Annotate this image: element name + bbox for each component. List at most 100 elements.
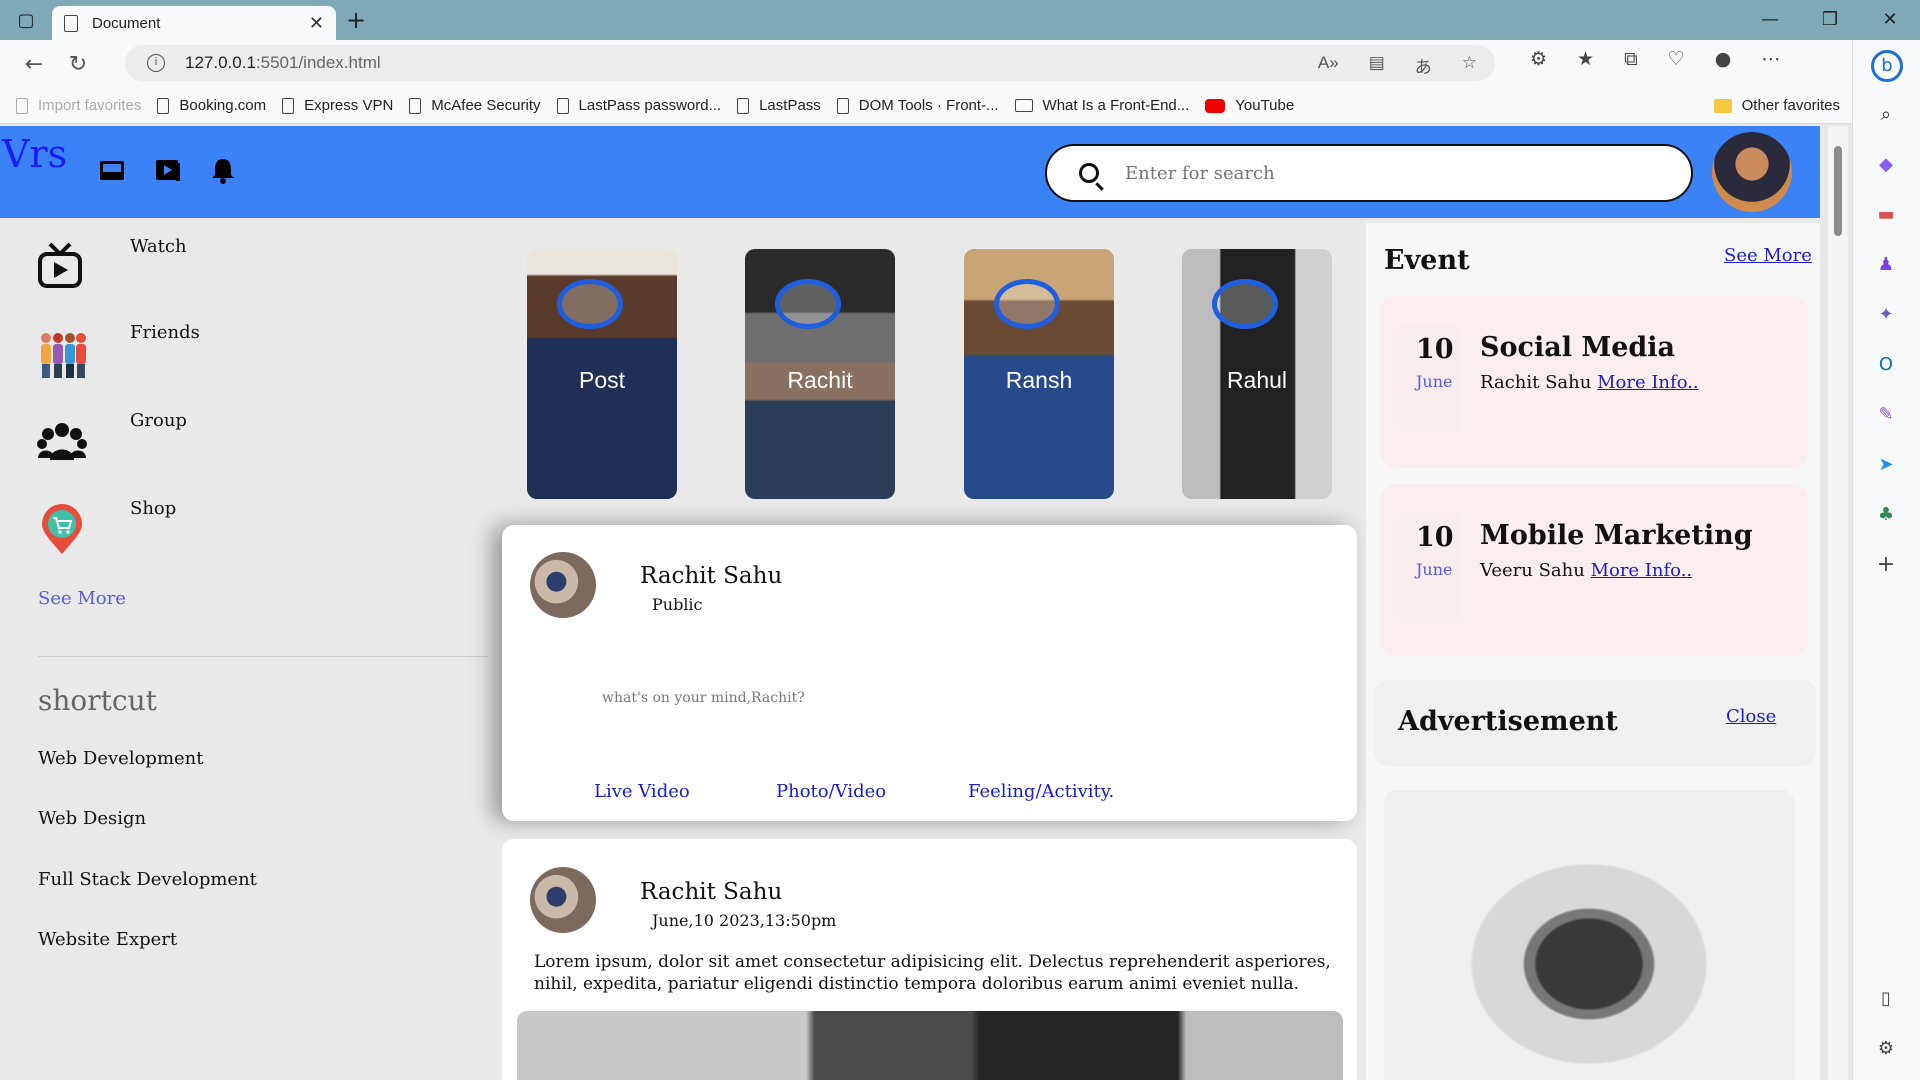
inbox-icon[interactable]: [98, 156, 126, 184]
photo-video-button[interactable]: Photo/Video: [776, 781, 886, 802]
event-card: 10 June Mobile Marketing Veeru Sahu More…: [1380, 484, 1808, 656]
favorite-star-icon[interactable]: ☆: [1462, 53, 1477, 78]
site-info-icon[interactable]: i: [147, 54, 165, 72]
address-row: ← ↻ i 127.0.0.1 :5501/index.html A» ▤ あ …: [0, 40, 1880, 88]
sidebar-item-watch[interactable]: Watch: [36, 236, 187, 294]
group-icon: [37, 423, 87, 460]
shortcut-website-expert[interactable]: Website Expert: [38, 929, 177, 950]
tag-icon[interactable]: ◆: [1873, 152, 1899, 178]
sidebar-item-shop[interactable]: Shop: [36, 498, 176, 556]
story-avatar-ring: [1212, 279, 1278, 329]
other-favorites[interactable]: Other favorites: [1713, 97, 1840, 114]
profile-icon[interactable]: ●: [1715, 48, 1732, 70]
event-more-info-link[interactable]: More Info..: [1597, 372, 1699, 393]
advertisement-image[interactable]: [1384, 790, 1794, 1080]
search-icon[interactable]: ⌕: [1873, 102, 1899, 128]
video-play-icon[interactable]: [154, 156, 182, 184]
new-tab-button[interactable]: +: [336, 6, 376, 34]
favorite-booking[interactable]: Booking.com: [157, 97, 266, 114]
composer-avatar[interactable]: [530, 552, 596, 618]
story-card-rahul[interactable]: Rahul: [1182, 249, 1332, 499]
page-icon: [556, 97, 569, 114]
tab-bar: ▢ Document ✕ + — ❐ ✕: [0, 0, 1920, 40]
shortcut-web-development[interactable]: Web Development: [38, 748, 204, 769]
sidebar-see-more-link[interactable]: See More: [38, 588, 126, 609]
toolbox-icon[interactable]: ▬: [1873, 202, 1899, 228]
settings-gear-icon[interactable]: ⚙: [1873, 1036, 1899, 1062]
favorite-front-end[interactable]: What Is a Front-End...: [1014, 97, 1189, 114]
event-see-more-link[interactable]: See More: [1724, 245, 1812, 266]
tab-actions-icon[interactable]: ▢: [0, 0, 52, 40]
copilot-icon[interactable]: ✦: [1873, 302, 1899, 328]
advertisement-header: Advertisement Close: [1374, 680, 1816, 766]
post-image[interactable]: [517, 1011, 1343, 1080]
sidebar-toggle-icon[interactable]: ▯: [1873, 986, 1899, 1012]
outlook-icon[interactable]: O: [1873, 352, 1899, 378]
story-name: Post: [578, 367, 626, 393]
back-icon[interactable]: ←: [12, 52, 56, 77]
post-author-name[interactable]: Rachit Sahu: [640, 879, 782, 905]
composer-visibility[interactable]: Public: [652, 595, 703, 614]
story-card-rachit[interactable]: Rachit: [745, 249, 895, 499]
page-scrollbar[interactable]: [1828, 126, 1848, 1080]
close-window-button[interactable]: ✕: [1860, 0, 1920, 40]
post-text: Lorem ipsum, dolor sit amet consectetur …: [534, 952, 1331, 994]
favorite-youtube[interactable]: YouTube: [1205, 97, 1294, 114]
site-header: Vrs: [0, 126, 1820, 218]
refresh-icon[interactable]: ↻: [56, 52, 100, 77]
address-bar[interactable]: i 127.0.0.1 :5501/index.html A» ▤ あ ☆: [125, 45, 1495, 81]
notification-bell-icon[interactable]: [208, 156, 236, 184]
games-icon[interactable]: ♟: [1873, 252, 1899, 278]
story-card-post[interactable]: Post: [527, 249, 677, 499]
post-author-avatar[interactable]: [530, 867, 596, 933]
scrollbar-thumb[interactable]: [1834, 146, 1842, 236]
composer-input[interactable]: what's on your mind,Rachit?: [602, 690, 805, 706]
add-icon[interactable]: +: [1873, 552, 1899, 578]
favorite-import[interactable]: Import favorites: [16, 97, 141, 114]
favorite-dom-tools[interactable]: DOM Tools · Front-...: [836, 97, 999, 114]
favorite-expressvpn[interactable]: Express VPN: [282, 97, 393, 114]
shortcut-web-design[interactable]: Web Design: [38, 808, 146, 829]
shop-icon: [42, 504, 82, 554]
feeling-activity-button[interactable]: Feeling/Activity.: [968, 781, 1114, 802]
event-more-info-link[interactable]: More Info..: [1591, 560, 1693, 581]
extensions-icon[interactable]: ⚙: [1530, 48, 1547, 70]
reader-view-icon[interactable]: ▤: [1369, 53, 1385, 78]
favorite-mcafee[interactable]: McAfee Security: [409, 97, 541, 114]
advertisement-close-link[interactable]: Close: [1726, 706, 1776, 727]
search-input[interactable]: [1125, 162, 1625, 184]
translate-icon[interactable]: あ: [1415, 53, 1432, 78]
url-host: 127.0.0.1: [185, 53, 256, 72]
site-logo[interactable]: Vrs: [2, 132, 67, 176]
restore-button[interactable]: ❐: [1800, 0, 1860, 40]
profile-avatar[interactable]: [1712, 132, 1792, 212]
live-video-button[interactable]: Live Video: [594, 781, 690, 802]
bing-copilot-icon[interactable]: b: [1871, 50, 1903, 82]
close-tab-icon[interactable]: ✕: [309, 13, 324, 34]
story-card-ransh[interactable]: Ransh: [964, 249, 1114, 499]
tree-icon[interactable]: ♣: [1873, 502, 1899, 528]
event-host: Veeru Sahu: [1480, 560, 1585, 581]
collections-icon[interactable]: ⧉: [1624, 48, 1638, 70]
advertisement-title: Advertisement: [1398, 706, 1618, 737]
favorite-lastpass[interactable]: LastPass: [737, 97, 821, 114]
designer-icon[interactable]: ✎: [1873, 402, 1899, 428]
more-icon[interactable]: ⋯: [1761, 48, 1780, 70]
tab-document[interactable]: Document ✕: [52, 6, 336, 40]
sidebar-item-friends[interactable]: Friends: [36, 322, 200, 380]
page-icon: [737, 97, 750, 114]
search-bar[interactable]: [1045, 144, 1693, 202]
sidebar-item-label: Shop: [130, 498, 177, 519]
favorite-lastpass-password[interactable]: LastPass password...: [556, 97, 721, 114]
minimize-button[interactable]: —: [1740, 0, 1800, 40]
shortcut-full-stack[interactable]: Full Stack Development: [38, 869, 257, 890]
event-heading: Event: [1384, 245, 1470, 276]
sidebar-item-label: Watch: [130, 236, 187, 257]
sidebar-item-group[interactable]: Group: [36, 410, 187, 468]
read-aloud-icon[interactable]: A»: [1318, 53, 1339, 78]
send-icon[interactable]: ➤: [1873, 452, 1899, 478]
performance-icon[interactable]: ♡: [1668, 48, 1685, 70]
book-icon: [1014, 99, 1033, 112]
tab-title: Document: [92, 14, 161, 32]
favorites-icon[interactable]: ★: [1577, 48, 1594, 70]
